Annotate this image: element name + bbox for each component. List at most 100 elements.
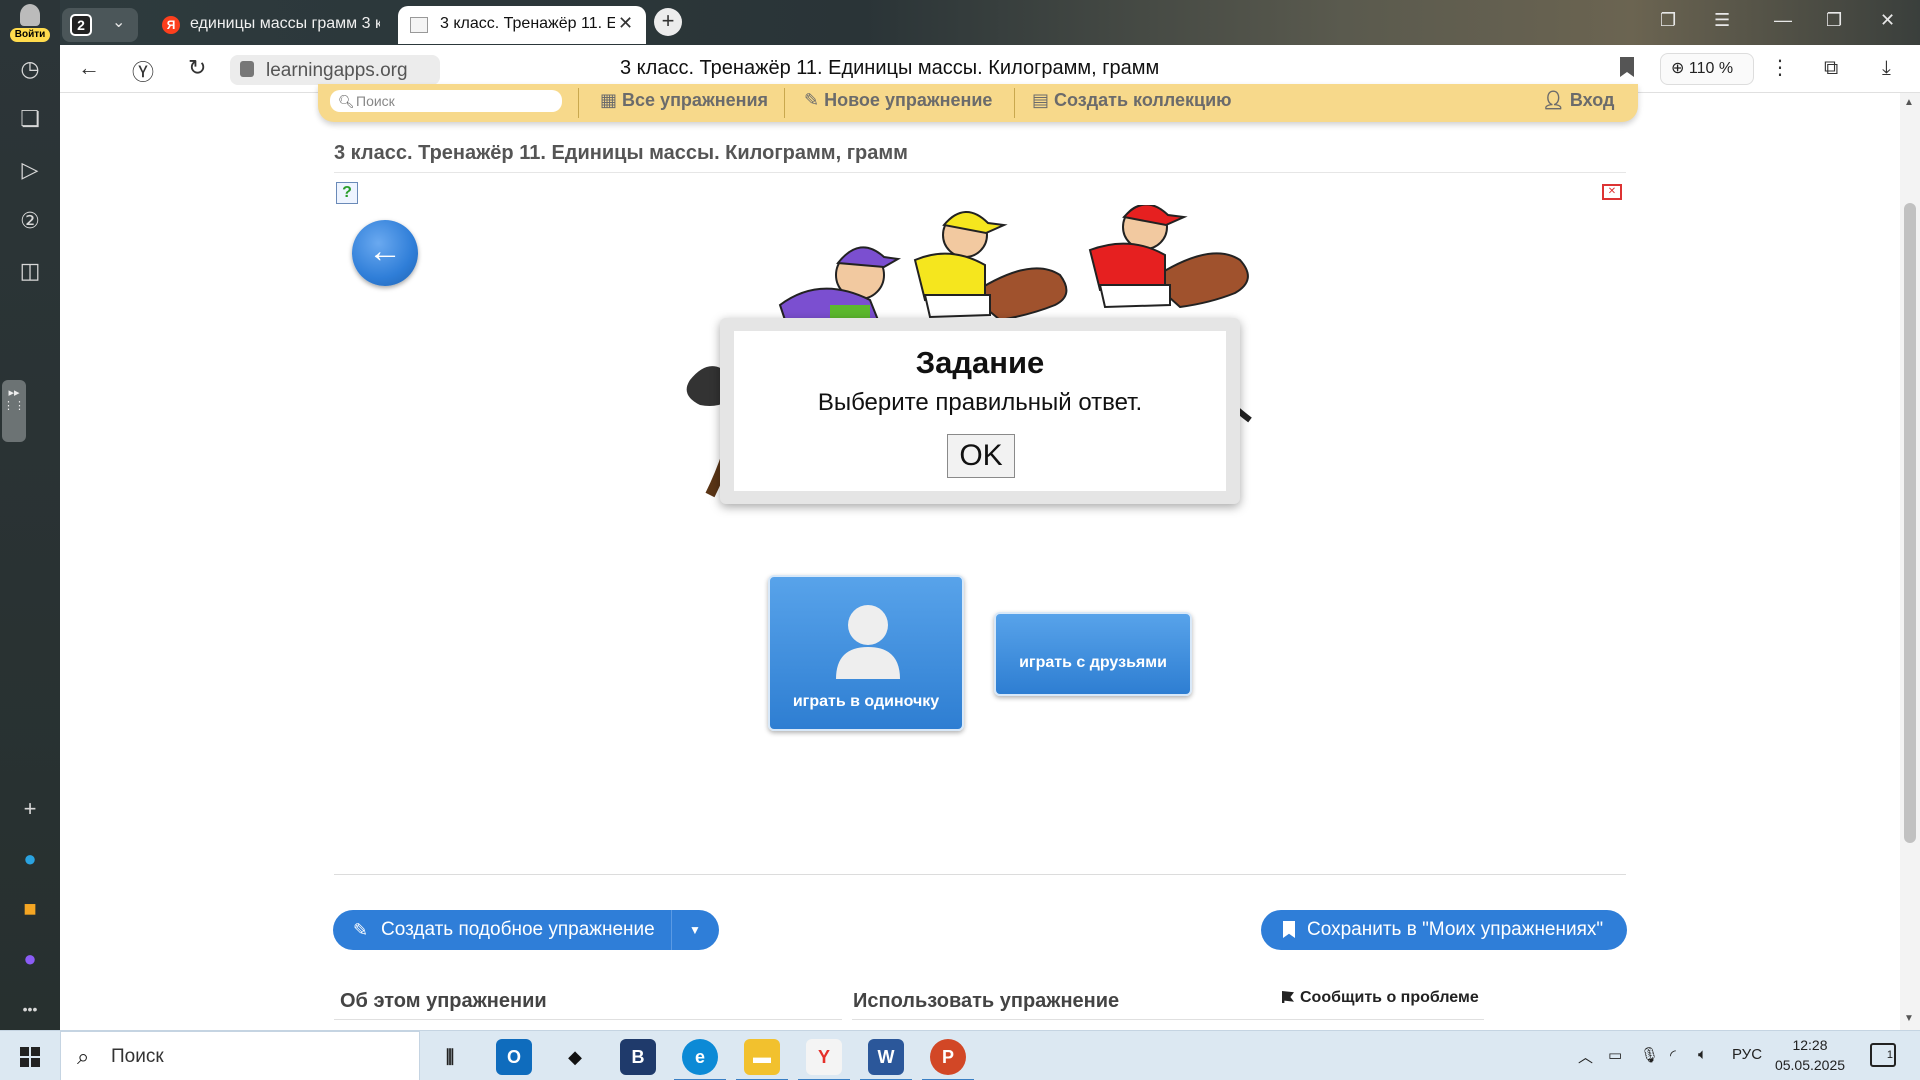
help-icon[interactable]: ? <box>336 182 358 204</box>
split-divider <box>671 910 672 950</box>
bookmark-icon <box>1283 921 1295 938</box>
clock-date: 05.05.2025 <box>1774 1057 1846 1073</box>
collections-icon[interactable]: ❏ <box>17 106 43 132</box>
taskbar-search-placeholder: Поиск <box>111 1046 164 1067</box>
notifications-icon[interactable]: 1 <box>1870 1043 1896 1067</box>
battery-icon[interactable]: ▭ <box>1608 1046 1622 1064</box>
new-tab-button[interactable]: + <box>654 8 682 36</box>
section-divider <box>334 1019 842 1020</box>
tab-active-exercise[interactable]: 3 класс. Тренажёр 11. Единицы ✕ <box>398 6 646 44</box>
video-icon[interactable]: ▷ <box>17 157 43 183</box>
download-icon[interactable]: ⤓ <box>1882 57 1891 80</box>
nav-login[interactable]: 👤︎ Вход <box>1542 90 1614 111</box>
powerpoint-icon[interactable]: P <box>922 1039 974 1080</box>
taskbar-clock[interactable]: 12:28 05.05.2025 <box>1768 1035 1852 1075</box>
url-field[interactable]: learningapps.org <box>230 55 440 85</box>
tab-title: единицы массы грамм 3 кл <box>190 15 380 32</box>
caret-down-icon[interactable]: ▼ <box>689 910 701 950</box>
edge-icon[interactable]: e <box>674 1039 726 1080</box>
nav-divider <box>784 88 785 118</box>
windows-taskbar: ⌕ Поиск ⫼ O ◆ B e ▬ Y W P ︿ ▭ 🎙︎ ◜ 🔈︎ РУ… <box>0 1030 1920 1080</box>
exercise-title: 3 класс. Тренажёр 11. Единицы массы. Кил… <box>334 142 908 164</box>
volume-icon[interactable]: 🔈︎ <box>1698 1046 1707 1063</box>
edit-icon: ✎ <box>353 920 369 940</box>
restore-icon[interactable]: ❐ <box>1826 10 1842 31</box>
login-button[interactable]: Войти <box>10 2 50 42</box>
history-icon[interactable]: ◷ <box>17 56 43 82</box>
notification-count: 1 <box>1886 1049 1893 1061</box>
page-scrollbar[interactable]: ▲ ▼ <box>1900 93 1920 1030</box>
task-dialog: Задание Выберите правильный ответ. OK <box>720 318 1240 504</box>
play-friends-button[interactable]: играть с друзьями <box>994 612 1192 696</box>
avatar-icon <box>20 4 40 26</box>
task-dialog-body: Задание Выберите правильный ответ. OK <box>734 331 1226 491</box>
more-icon[interactable]: ••• <box>17 996 43 1022</box>
zoom-icon: ⊕ <box>1671 60 1685 77</box>
nav-divider <box>578 88 579 118</box>
back-arrow-button[interactable]: ← <box>352 220 418 286</box>
word-icon[interactable]: W <box>860 1039 912 1080</box>
reload-icon[interactable]: ↻ <box>188 55 206 81</box>
scroll-up-icon[interactable]: ▲ <box>1904 97 1914 108</box>
close-window-icon[interactable]: ✕ <box>1880 10 1895 31</box>
scrollbar-thumb[interactable] <box>1904 203 1916 843</box>
dropbox-icon[interactable]: ◆ <box>557 1039 593 1075</box>
save-label: Сохранить в "Моих упражнениях" <box>1307 919 1604 940</box>
add-icon[interactable]: + <box>17 796 43 822</box>
nav-all-exercises[interactable]: ▦ Все упражнения <box>600 90 768 111</box>
pencil-icon: ✎ <box>804 90 820 110</box>
clock-time: 12:28 <box>1792 1037 1828 1053</box>
nav-create-collection[interactable]: ▤ Создать коллекцию <box>1032 90 1232 111</box>
task-view-icon[interactable]: ⫼ <box>432 1039 468 1075</box>
site-search-input[interactable]: 🔍︎ Поиск <box>330 90 562 112</box>
bookmark-icon[interactable] <box>1620 57 1634 77</box>
extensions-icon[interactable]: ⧉ <box>1824 57 1838 80</box>
search-placeholder: Поиск <box>356 93 395 109</box>
tray-expand-icon[interactable]: ︿ <box>1578 1046 1593 1067</box>
jockey-red <box>1088 205 1188 309</box>
report-problem-link[interactable]: Сообщить о проблеме <box>1282 989 1479 1007</box>
jockey-yellow <box>913 211 1008 319</box>
save-to-my-exercises-button[interactable]: Сохранить в "Моих упражнениях" <box>1261 910 1627 950</box>
nav-new-exercise[interactable]: ✎ Новое упражнение <box>804 90 992 111</box>
tab-counter-button[interactable]: 2 ⌄ <box>62 8 138 42</box>
microphone-icon[interactable]: 🎙︎ <box>1640 1046 1659 1064</box>
play-solo-label: играть в одиночку <box>792 693 940 710</box>
browser-sidebar: Войти ◷ ❏ ▷ ② ◫ ▸▸ ⋮⋮ + ● ■ ● ••• <box>0 0 60 1030</box>
taskbar-search-input[interactable]: ⌕ Поиск <box>60 1031 420 1080</box>
create-similar-button[interactable]: ✎ Создать подобное упражнение ▼ <box>333 910 719 950</box>
play-solo-button[interactable]: играть в одиночку <box>768 575 964 731</box>
wifi-icon[interactable]: ◜ <box>1670 1046 1676 1064</box>
ok-button[interactable]: OK <box>947 434 1015 478</box>
collections-icon[interactable]: ❐ <box>1660 10 1676 31</box>
alice-icon[interactable]: ● <box>17 946 43 972</box>
yandex-icon: Я <box>162 16 180 34</box>
yandex-home-icon[interactable]: Ⓨ <box>132 55 154 87</box>
login-label: Войти <box>10 28 50 42</box>
menu-icon[interactable]: ☰ <box>1714 10 1730 31</box>
tab-search-results[interactable]: Я единицы массы грамм 3 кл <box>152 6 386 44</box>
more-vert-icon[interactable]: ⋮ <box>1770 55 1790 80</box>
screenshot-icon[interactable]: ◫ <box>17 258 43 284</box>
person-icon <box>836 605 900 679</box>
use-exercise-heading: Использовать упражнение <box>853 990 1120 1012</box>
fullscreen-icon[interactable]: ✕ <box>1602 184 1622 200</box>
yandex-browser-icon[interactable]: Y <box>798 1039 850 1080</box>
back-icon[interactable]: ← <box>78 55 100 81</box>
scroll-down-icon[interactable]: ▼ <box>1904 1013 1914 1024</box>
sidebar-collapse-handle[interactable]: ▸▸ ⋮⋮ <box>2 380 26 442</box>
zoom-button[interactable]: ⊕ 110 % <box>1660 53 1754 85</box>
url-host: learningapps.org <box>266 60 408 81</box>
minimize-icon[interactable]: — <box>1774 10 1792 31</box>
close-icon[interactable]: ✕ <box>618 13 633 34</box>
windows-start-icon[interactable] <box>20 1047 40 1067</box>
grid-icon: ▦ <box>600 90 618 110</box>
file-explorer-icon[interactable]: ▬ <box>736 1039 788 1080</box>
language-indicator[interactable]: РУС <box>1732 1046 1762 1063</box>
telegram-icon[interactable]: ● <box>17 846 43 872</box>
mail-icon[interactable]: ■ <box>17 896 43 922</box>
outlook-icon[interactable]: O <box>496 1039 532 1075</box>
booking-icon[interactable]: B <box>620 1039 656 1075</box>
search-icon: 🔍︎ <box>338 94 355 109</box>
tabs-icon[interactable]: ② <box>17 208 43 234</box>
